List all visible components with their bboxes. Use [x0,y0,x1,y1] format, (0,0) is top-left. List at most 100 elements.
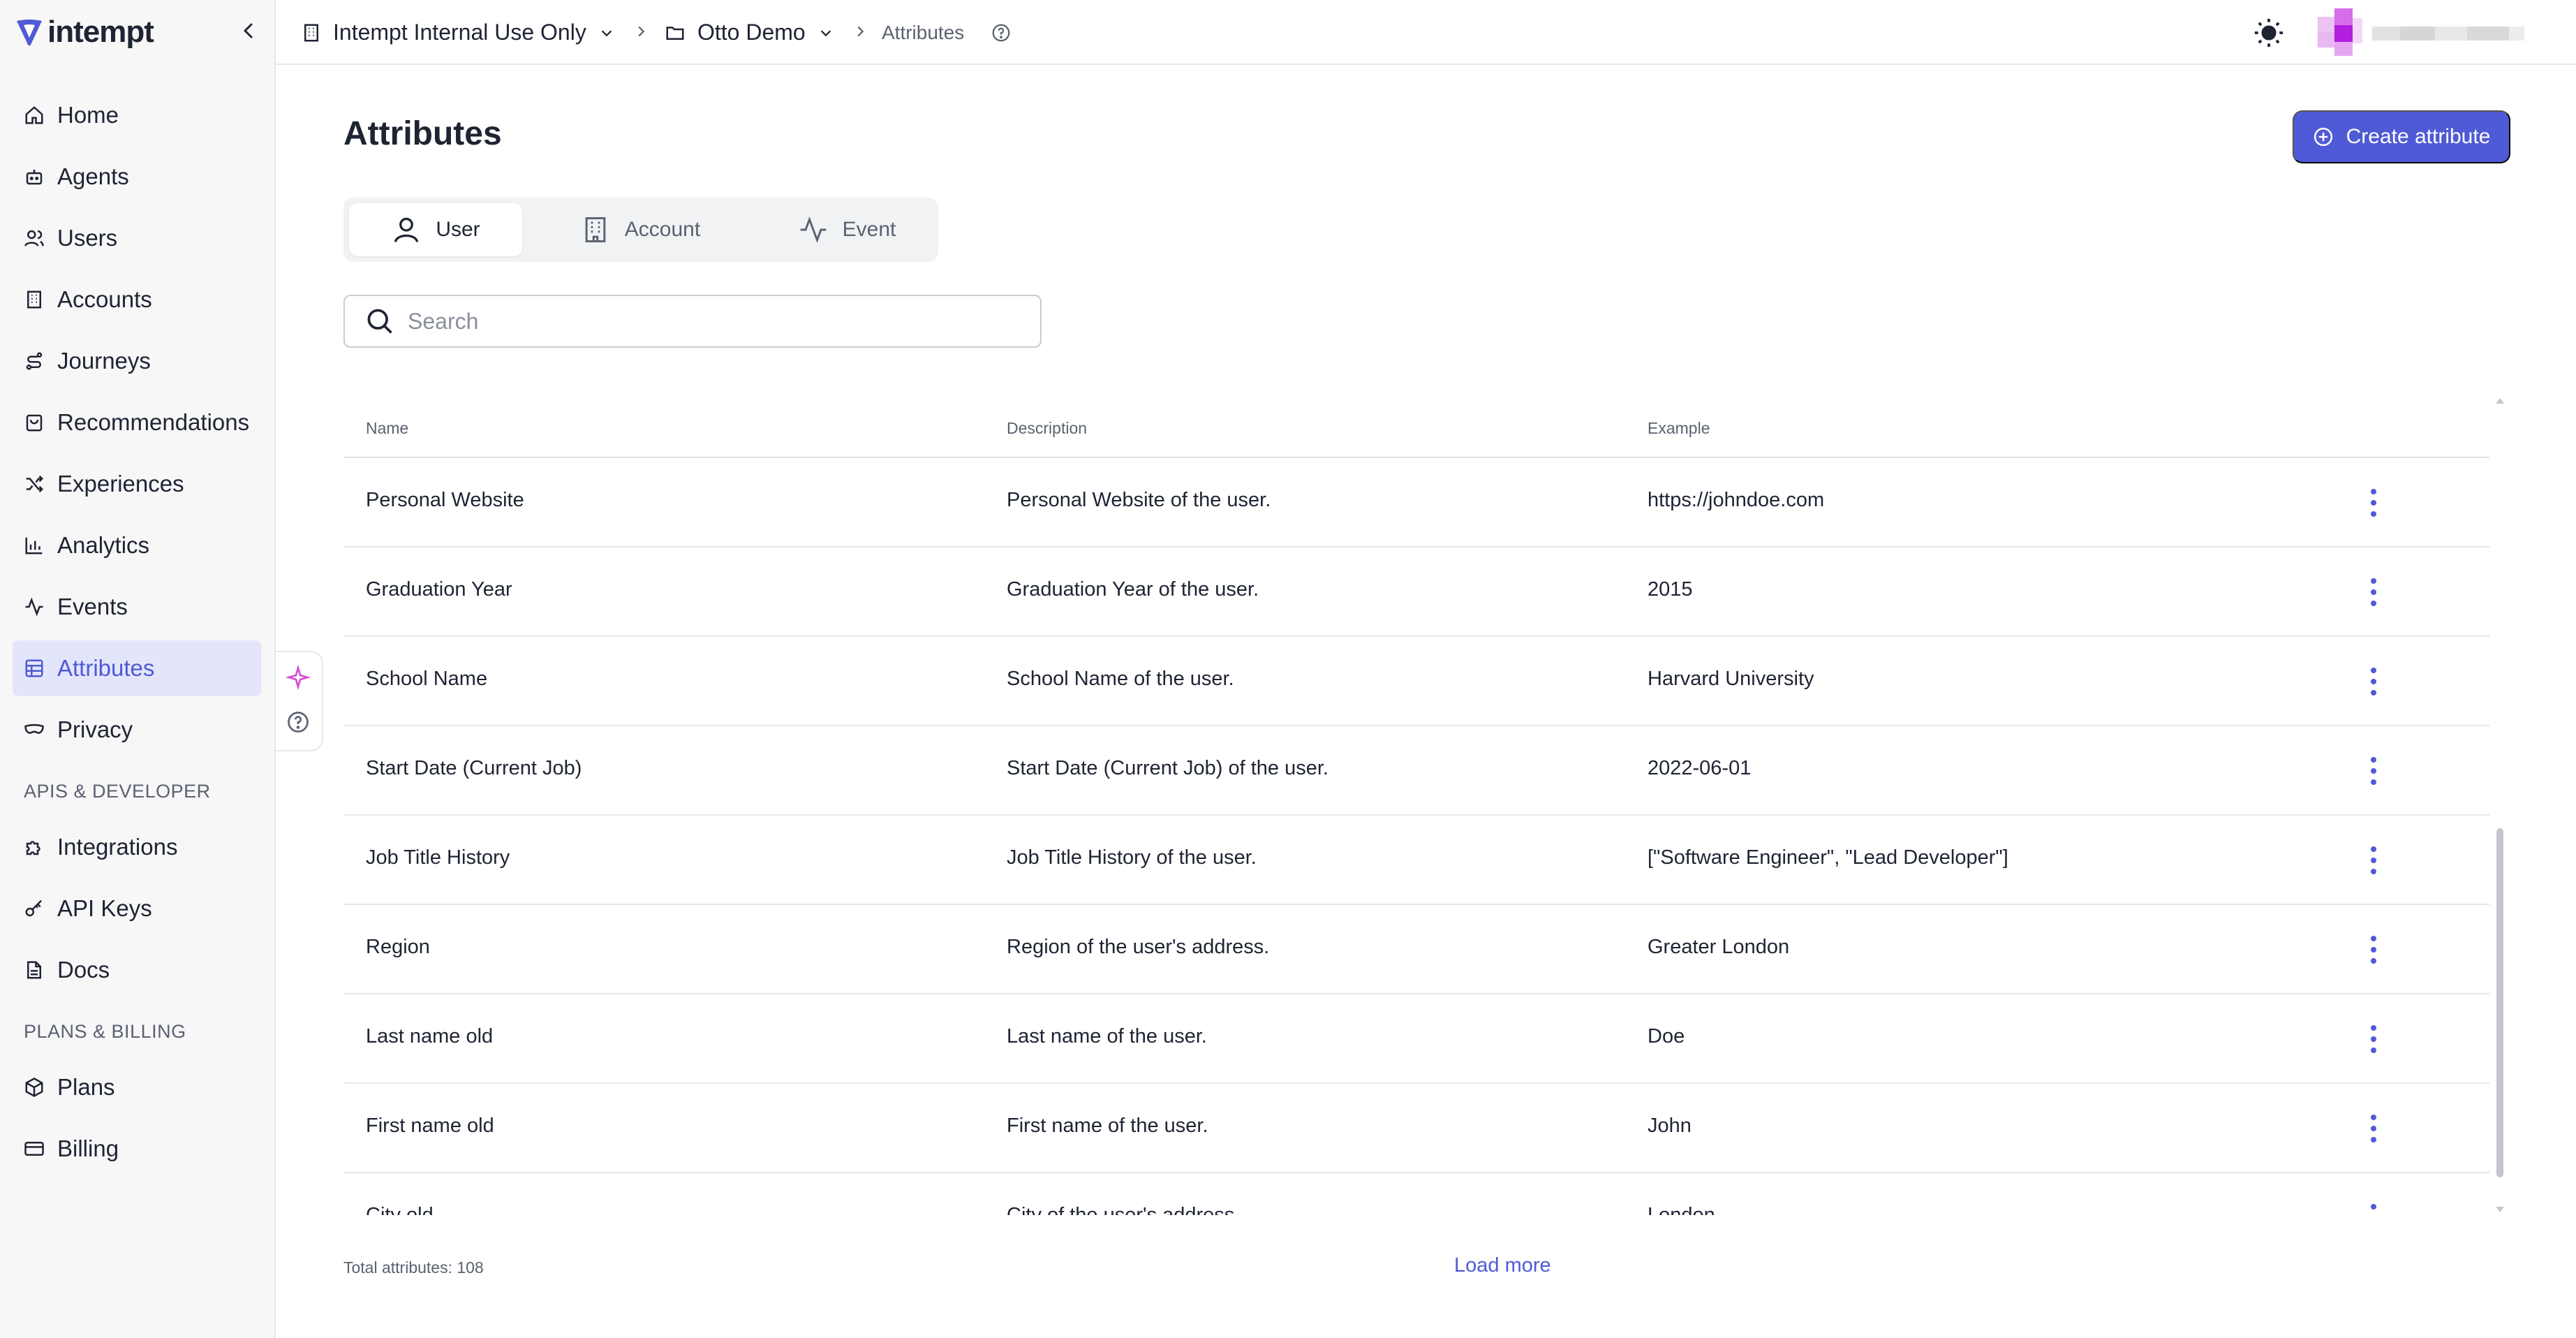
users-icon [22,226,46,250]
attribute-description: Start Date (Current Job) of the user. [1007,757,1328,779]
row-menu-icon[interactable] [2365,575,2382,609]
row-menu-icon[interactable] [2365,754,2382,788]
attribute-example: London [1648,1204,1715,1215]
theme-toggle-button[interactable] [2251,15,2286,50]
breadcrumb-current-page: Attributes [882,0,1012,65]
scrollbar-thumb[interactable] [2496,828,2503,1177]
breadcrumb-project[interactable]: Otto Demo [664,0,834,65]
table-row[interactable]: Graduation Year Graduation Year of the u… [343,547,2489,637]
building-icon [22,288,46,311]
sidebar-item-privacy[interactable]: Privacy [13,702,261,758]
row-menu-icon[interactable] [2365,486,2382,520]
scroll-down-arrow-icon[interactable] [2496,1207,2504,1212]
puzzle-icon [22,835,46,859]
breadcrumb-organization[interactable]: Intempt Internal Use Only [301,0,614,65]
row-menu-icon[interactable] [2365,933,2382,966]
sidebar-item-label: Billing [57,1135,119,1161]
tab-user[interactable]: User [349,203,522,256]
package-icon [22,1075,46,1099]
section-header-billing: PLANS & BILLING [24,1021,186,1042]
scroll-up-arrow-icon[interactable] [2496,398,2504,404]
sidebar-item-billing[interactable]: Billing [13,1121,261,1177]
help-circle-icon[interactable] [991,22,1012,43]
sidebar-item-home[interactable]: Home [13,87,261,143]
table-row[interactable]: City old City of the user's address. Lon… [343,1173,2489,1215]
activity-icon [798,214,829,245]
help-icon[interactable] [286,710,311,735]
search-input[interactable] [408,308,1022,334]
table-scrollbar[interactable] [2494,395,2505,1215]
page-title: Attributes [343,115,502,152]
sidebar-item-journeys[interactable]: Journeys [13,333,261,389]
attribute-description: City of the user's address. [1007,1204,1241,1215]
sidebar-item-analytics[interactable]: Analytics [13,517,261,573]
attribute-description: School Name of the user. [1007,668,1234,690]
sidebar-item-users[interactable]: Users [13,210,261,266]
chevron-down-icon [818,25,834,41]
sidebar-item-api-keys[interactable]: API Keys [13,881,261,936]
sidebar-item-label: Users [57,225,118,251]
sidebar-item-accounts[interactable]: Accounts [13,272,261,328]
sidebar-item-label: Events [57,594,128,619]
table-row[interactable]: First name old First name of the user. J… [343,1084,2489,1173]
row-menu-icon[interactable] [2365,1112,2382,1145]
table-row[interactable]: Last name old Last name of the user. Doe [343,994,2489,1084]
sidebar-item-integrations[interactable]: Integrations [13,819,261,875]
row-menu-icon[interactable] [2365,1201,2382,1215]
search-icon [364,306,395,337]
attribute-name: Last name old [366,1025,494,1047]
tab-label: User [436,218,480,241]
sidebar-item-label: Journeys [57,348,151,374]
top-bar: Intempt Internal Use Only Otto Demo Attr… [276,0,2576,65]
sidebar-item-label: Docs [57,957,110,983]
sidebar-item-label: API Keys [57,895,152,921]
column-header-example[interactable]: Example [1648,419,1710,438]
home-icon [22,103,46,127]
user-icon [391,214,422,245]
attribute-description: First name of the user. [1007,1115,1208,1137]
column-header-description[interactable]: Description [1007,419,1087,438]
sidebar-item-label: Plans [57,1074,115,1100]
attribute-description: Region of the user's address. [1007,936,1270,958]
table-row[interactable]: Personal Website Personal Website of the… [343,458,2489,547]
attribute-name: City old [366,1204,434,1215]
sidebar-item-experiences[interactable]: Experiences [13,456,261,512]
column-header-name[interactable]: Name [366,419,408,438]
row-menu-icon[interactable] [2365,844,2382,877]
sidebar-item-attributes[interactable]: Attributes [13,640,261,696]
search-box [343,295,1042,348]
attribute-description: Last name of the user. [1007,1025,1207,1047]
tab-account[interactable]: Account [553,203,727,256]
sidebar-item-label: Integrations [57,834,178,860]
app-name: intempt [47,15,154,49]
project-name: Otto Demo [697,20,806,45]
attribute-example: ["Software Engineer", "Lead Developer"] [1648,846,2008,869]
sparkle-icon[interactable] [285,664,311,691]
sidebar-item-events[interactable]: Events [13,579,261,635]
sidebar-item-plans[interactable]: Plans [13,1059,261,1115]
breadcrumb-separator-icon [633,24,649,39]
attribute-name: Job Title History [366,846,510,869]
table-row[interactable]: Region Region of the user's address. Gre… [343,905,2489,994]
shuffle-icon [22,472,46,496]
user-avatar[interactable] [2318,8,2534,56]
sidebar-item-recommendations[interactable]: Recommendations [13,395,261,450]
row-menu-icon[interactable] [2365,665,2382,698]
attribute-name: Personal Website [366,489,524,511]
tab-event[interactable]: Event [760,203,934,256]
load-more-link[interactable]: Load more [1454,1254,1551,1277]
plus-circle-icon [2313,126,2334,147]
attribute-description: Job Title History of the user. [1007,846,1257,869]
table-row[interactable]: Job Title History Job Title History of t… [343,816,2489,905]
row-menu-icon[interactable] [2365,1022,2382,1056]
sidebar-item-docs[interactable]: Docs [13,942,261,998]
table-row[interactable]: School Name School Name of the user. Har… [343,637,2489,726]
tab-label: Account [624,218,701,241]
sidebar-item-agents[interactable]: Agents [13,149,261,205]
total-attributes-count: Total attributes: 108 [343,1258,484,1277]
collapse-sidebar-button[interactable] [236,18,261,43]
table-row[interactable]: Start Date (Current Job) Start Date (Cur… [343,726,2489,816]
app-logo[interactable]: intempt [14,13,154,52]
create-attribute-button[interactable]: Create attribute [2293,110,2510,163]
attribute-type-tabs: User Account Event [343,198,938,262]
